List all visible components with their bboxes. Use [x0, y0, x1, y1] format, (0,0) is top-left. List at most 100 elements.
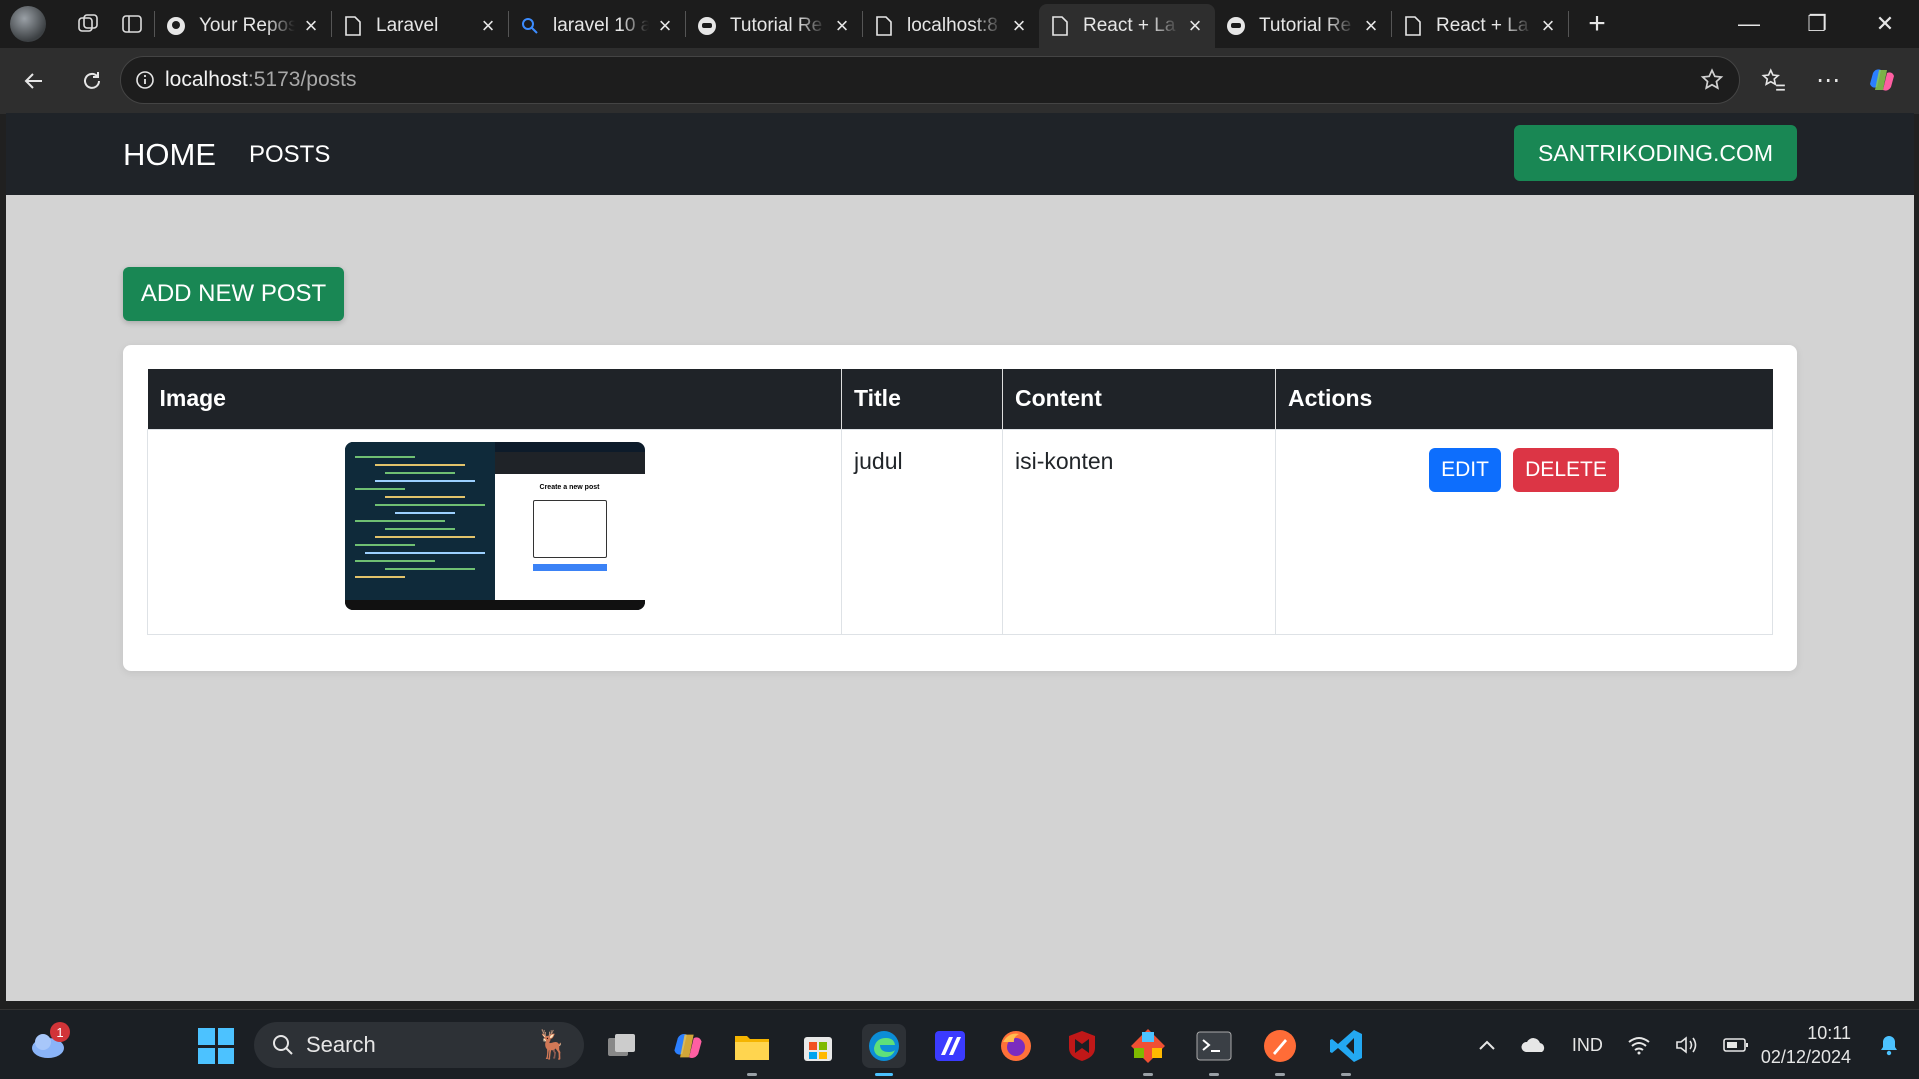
more-options-icon[interactable]: ⋯ [1801, 56, 1855, 104]
posts-table: Image Title Content Actions Create a new… [147, 369, 1773, 635]
dev-app-icon[interactable] [928, 1024, 972, 1068]
os-taskbar: 1 Search 🦌 IND 10:11 02/12/2024 [0, 1009, 1919, 1079]
browser-toolbar: localhost:5173/posts ⋯ [0, 48, 1919, 114]
thumbnail-editor-pane [344, 441, 495, 600]
browser-tab[interactable]: Laravel × [332, 6, 508, 46]
start-button[interactable] [198, 1028, 234, 1064]
close-icon[interactable]: × [1009, 13, 1029, 38]
clock-time: 10:11 [1807, 1023, 1851, 1043]
santrikoding-button[interactable]: SANTRIKODING.COM [1514, 125, 1797, 181]
url-host: localhost [165, 68, 248, 91]
header-image: Image [147, 369, 842, 429]
wifi-icon[interactable] [1627, 1035, 1651, 1055]
favorites-icon[interactable] [1747, 56, 1801, 104]
task-view-icon[interactable] [600, 1024, 644, 1068]
clock-date: 02/12/2024 [1760, 1047, 1851, 1067]
tab-title: laravel 10 a [553, 15, 649, 36]
browser-tab-active[interactable]: React + La × [1039, 4, 1215, 48]
chevron-up-icon[interactable] [1478, 1039, 1496, 1051]
onedrive-icon[interactable] [1520, 1036, 1548, 1054]
profile-avatar[interactable] [10, 6, 46, 42]
tab-title: Laravel [376, 15, 439, 36]
volume-icon[interactable] [1675, 1035, 1699, 1055]
header-content: Content [1002, 369, 1276, 429]
site-info-icon[interactable] [135, 70, 155, 90]
browser-tab[interactable]: laravel 10 a × [509, 6, 685, 46]
close-icon[interactable]: × [832, 13, 852, 38]
close-icon[interactable]: × [1538, 13, 1558, 38]
restore-icon[interactable]: ❐ [1783, 0, 1851, 48]
nav-home-link[interactable]: HOME [123, 137, 216, 173]
toolbar-right: ⋯ [1747, 56, 1909, 104]
nav-posts-link[interactable]: POSTS [249, 141, 330, 169]
postman-icon[interactable] [1258, 1024, 1302, 1076]
tab-actions-icon[interactable] [110, 0, 154, 48]
workspaces-icon[interactable] [66, 0, 110, 48]
browser-tab[interactable]: Tutorial Re × [686, 6, 862, 46]
thumbnail-heading: Create a new post [539, 483, 600, 491]
close-icon[interactable]: × [301, 13, 321, 38]
tab-title: React + La [1436, 15, 1529, 36]
browser-tab-strip: Your Repos × Laravel × laravel 10 a × Tu… [0, 0, 1919, 48]
address-bar[interactable]: localhost:5173/posts [120, 56, 1740, 104]
close-icon[interactable]: × [655, 13, 675, 38]
clock[interactable]: 10:11 02/12/2024 [1761, 1021, 1851, 1069]
git-app-icon[interactable] [1126, 1024, 1170, 1076]
copilot-icon[interactable] [1855, 56, 1909, 104]
edge-browser-icon[interactable] [862, 1024, 906, 1076]
tab-title: Your Repos [199, 15, 295, 36]
page-icon [342, 15, 364, 37]
notification-badge: 1 [50, 1022, 70, 1042]
close-icon[interactable]: × [1185, 13, 1205, 38]
battery-icon[interactable] [1723, 1037, 1749, 1053]
microsoft-store-icon[interactable] [796, 1024, 840, 1068]
page-icon [1402, 15, 1424, 37]
page-icon [1049, 15, 1071, 37]
close-icon[interactable]: × [478, 13, 498, 38]
posts-card: Image Title Content Actions Create a new… [123, 345, 1797, 671]
tab-title: localhost:8 [907, 15, 998, 36]
url-path: :5173/posts [247, 68, 357, 91]
copilot-app-icon[interactable] [666, 1024, 710, 1068]
table-header-row: Image Title Content Actions [147, 369, 1773, 429]
table-row: Create a new post judul isi-konten EDIT [147, 428, 1773, 635]
mcafee-icon[interactable] [1060, 1024, 1104, 1068]
taskbar-search[interactable]: Search 🦌 [254, 1022, 584, 1068]
add-new-post-button[interactable]: ADD NEW POST [123, 267, 344, 321]
image-cell: Create a new post [147, 428, 842, 635]
browser-tab[interactable]: Tutorial Re × [1215, 6, 1391, 46]
favorite-star-icon[interactable] [1699, 67, 1725, 98]
back-icon[interactable] [10, 57, 58, 105]
actions-cell: EDIT DELETE [1275, 428, 1773, 635]
minimize-icon[interactable]: — [1715, 0, 1783, 48]
header-title: Title [841, 369, 1003, 429]
github-icon [165, 15, 187, 37]
site-icon [1225, 15, 1247, 37]
system-tray: IND 10:11 02/12/2024 [1466, 1010, 1919, 1079]
window-controls: — ❐ ✕ [1715, 0, 1919, 48]
refresh-icon[interactable] [68, 57, 116, 105]
close-icon[interactable]: × [1361, 13, 1381, 38]
post-thumbnail: Create a new post [344, 441, 645, 610]
browser-tab[interactable]: localhost:8 × [863, 6, 1039, 46]
edit-button[interactable]: EDIT [1429, 447, 1501, 492]
search-icon [519, 15, 541, 37]
close-window-icon[interactable]: ✕ [1851, 0, 1919, 48]
search-icon [272, 1034, 294, 1056]
file-explorer-icon[interactable] [730, 1024, 774, 1076]
notification-bell-icon[interactable] [1879, 1034, 1899, 1056]
site-icon [696, 15, 718, 37]
terminal-icon[interactable] [1192, 1024, 1236, 1076]
browser-tab[interactable]: React + La × [1392, 6, 1568, 46]
firefox-icon[interactable] [994, 1024, 1038, 1068]
language-indicator[interactable]: IND [1572, 1035, 1603, 1056]
content-cell: isi-konten [1002, 428, 1276, 635]
browser-tab[interactable]: Your Repos × [155, 6, 331, 46]
row-actions: EDIT DELETE [1288, 447, 1760, 492]
tab-title: Tutorial Re [1259, 15, 1352, 36]
vscode-icon[interactable] [1324, 1024, 1368, 1076]
tab-divider [1568, 11, 1569, 37]
search-label: Search [306, 1032, 376, 1057]
delete-button[interactable]: DELETE [1513, 447, 1619, 492]
new-tab-button[interactable]: + [1577, 4, 1617, 44]
